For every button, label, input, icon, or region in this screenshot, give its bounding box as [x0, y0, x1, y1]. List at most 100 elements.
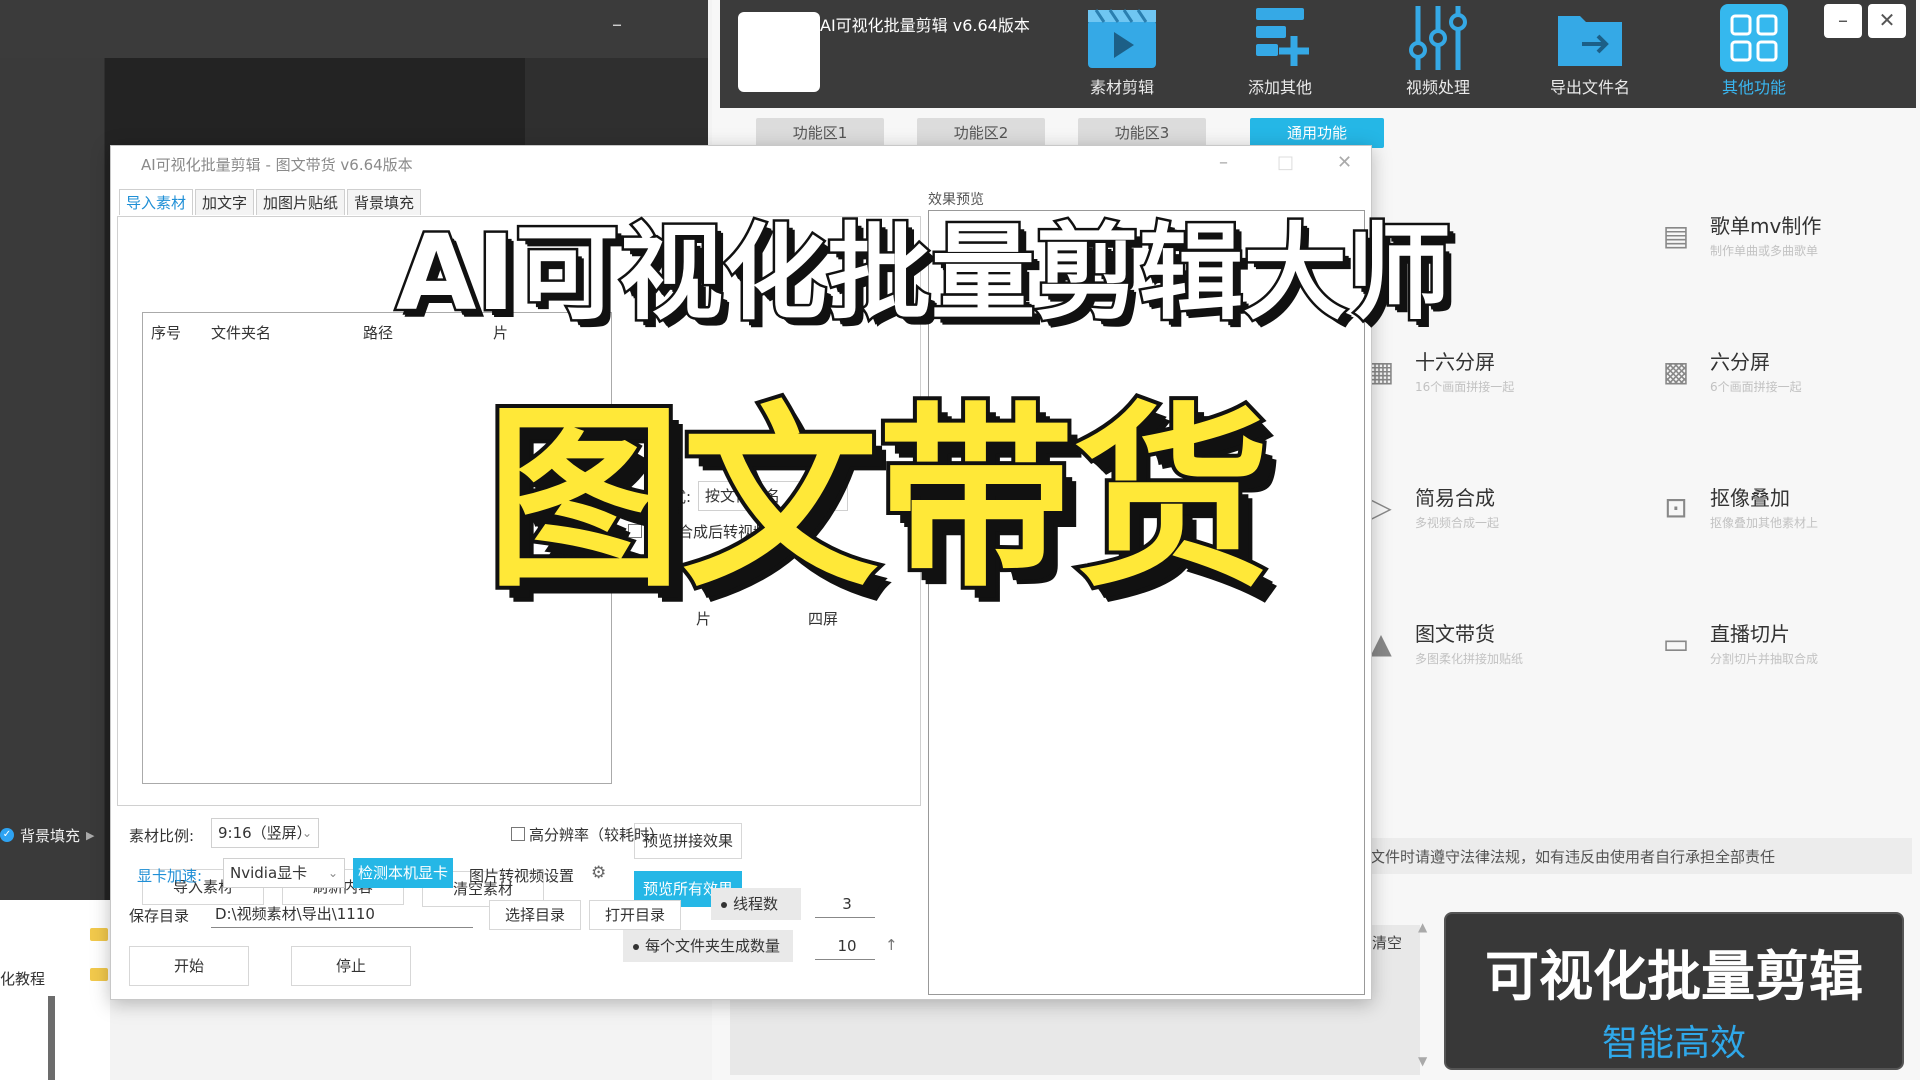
overlay-subtitle: 图文带货 [482, 382, 1274, 618]
tab-area-1[interactable]: 功能区1 [756, 118, 884, 148]
feature-desc: 制作单曲或多曲歌单 [1710, 244, 1819, 258]
dialog-title: AI可视化批量剪辑 - 图文带货 v6.64版本 [141, 156, 413, 174]
start-button[interactable]: 开始 [129, 946, 249, 986]
background-left-titlebar [0, 0, 708, 58]
clear-log-button[interactable]: 清空 [1372, 932, 1402, 953]
img-to-video-settings-label[interactable]: 图片转视频设置 [469, 865, 574, 886]
feature-desc: 抠像叠加其他素材上 [1710, 516, 1819, 530]
chevron-down-icon: ⌄ [327, 866, 338, 880]
save-dir-input[interactable]: D:\视频素材\导出\1110 [211, 900, 473, 928]
tool-material-clip[interactable]: 素材剪辑 [1072, 4, 1172, 98]
tool-add-other[interactable]: 添加其他 [1230, 4, 1330, 98]
feature-image-text-sales[interactable]: ▲ 图文带货 多图柔化拼接加贴纸 [1361, 618, 1641, 688]
column-header[interactable]: 路径 [363, 322, 393, 343]
background-file-explorer: 化教程 [0, 900, 110, 1080]
folder-icon [90, 968, 108, 981]
tab-add-sticker[interactable]: 加图片贴纸 [256, 189, 346, 215]
ratio-select[interactable]: 9:16（竖屏） ⌄ [211, 818, 319, 848]
feature-song-mv[interactable]: ▤ 歌单mv制作 制作单曲或多曲歌单 [1656, 210, 1920, 280]
background-fill-item[interactable]: ✓ 背景填充 ▶ [0, 822, 94, 848]
feature-name: 图文带货 [1415, 622, 1495, 646]
detect-gpu-button[interactable]: 检测本机显卡 [353, 858, 453, 888]
stepper-up-icon[interactable]: ↑ [885, 936, 898, 954]
export-folder-icon [1558, 16, 1622, 66]
promo-main-text: 可视化批量剪辑 [1485, 945, 1863, 1008]
feature-name: 十六分屏 [1415, 350, 1495, 374]
choose-dir-button[interactable]: 选择目录 [489, 900, 581, 930]
feature-name: 六分屏 [1710, 350, 1770, 374]
portrait-cutout-icon: ⊡ [1664, 491, 1688, 524]
stop-button[interactable]: 停止 [291, 946, 411, 986]
per-folder-chip: 每个文件夹生成数量 [623, 930, 793, 962]
tab-add-text[interactable]: 加文字 [195, 189, 255, 215]
dialog-minimize-button[interactable]: – [1219, 152, 1228, 173]
grid-6-icon: ▩ [1662, 355, 1690, 388]
tool-export-filename[interactable]: 导出文件名 [1540, 4, 1640, 98]
threads-input[interactable]: 3 [815, 890, 875, 918]
tool-label: 添加其他 [1247, 78, 1312, 97]
per-folder-input[interactable]: 10 [815, 932, 875, 960]
dialog-maximize-button[interactable]: □ [1277, 152, 1294, 173]
tutorial-text[interactable]: 化教程 [0, 968, 45, 989]
sliders-icon [1409, 6, 1467, 70]
feature-sixteen-split[interactable]: ▦ 十六分屏 16个画面拼接一起 [1361, 346, 1641, 416]
overlay-title: AI可视化批量剪辑大师 [394, 210, 1454, 337]
gpu-select[interactable]: Nvidia显卡 ⌄ [223, 858, 345, 888]
app-title: AI可视化批量剪辑 v6.64版本 [820, 16, 1030, 35]
ratio-label: 素材比例: [129, 827, 195, 845]
app-logo [738, 12, 820, 92]
per-folder-label: 每个文件夹生成数量 [645, 937, 781, 955]
close-button[interactable]: ✕ [1868, 4, 1906, 38]
feature-desc: 分割切片并抽取合成 [1710, 652, 1819, 666]
feature-simple-merge[interactable]: ▷ 简易合成 多视频合成一起 [1361, 482, 1641, 552]
grid-apps-icon [1720, 4, 1788, 72]
feature-name: 抠像叠加 [1710, 486, 1790, 510]
tab-import-material[interactable]: 导入素材 [119, 189, 194, 215]
add-layers-icon [1256, 8, 1309, 66]
tool-video-process[interactable]: 视频处理 [1388, 4, 1488, 98]
feature-name: 歌单mv制作 [1710, 214, 1822, 238]
bullet-icon [721, 901, 727, 908]
feature-cutout-overlay[interactable]: ⊡ 抠像叠加 抠像叠加其他素材上 [1656, 482, 1920, 552]
gpu-label: 显卡加速: [137, 867, 203, 885]
chevron-down-icon: ⌄ [301, 826, 312, 840]
chevron-right-icon: ▶ [86, 828, 95, 842]
column-header[interactable]: 序号 [151, 322, 181, 343]
app-toolbar: AI可视化批量剪辑 v6.64版本 素材剪辑 添加其他 视频处理 导出文件名 其… [720, 0, 1916, 108]
tool-label: 视频处理 [1405, 78, 1470, 97]
save-dir-label: 保存目录 [129, 907, 190, 925]
dialog-close-button[interactable]: ✕ [1337, 152, 1352, 173]
ratio-value: 9:16（竖屏） [218, 824, 312, 842]
gear-icon[interactable]: ⚙ [591, 863, 606, 883]
background-left-strip [0, 58, 104, 900]
tool-label: 其他功能 [1721, 78, 1786, 97]
feature-desc: 6个画面拼接一起 [1710, 380, 1802, 394]
feature-desc: 16个画面拼接一起 [1415, 380, 1515, 394]
dialog-tabs: 导入素材 加文字 加图片贴纸 背景填充 [119, 189, 423, 215]
bullet-icon [633, 943, 639, 950]
background-scrollbar[interactable] [48, 996, 55, 1080]
feature-name: 简易合成 [1415, 486, 1495, 510]
folder-icon [90, 928, 108, 941]
tool-other-functions[interactable]: 其他功能 [1704, 4, 1804, 98]
law-notice: 文件时请遵守法律法规，如有违反由使用者自行承担全部责任 [1370, 848, 1776, 866]
promo-card: 可视化批量剪辑 智能高效 [1444, 912, 1904, 1070]
background-left-minimize[interactable]: – [612, 12, 622, 36]
film-clapper-icon [1088, 9, 1156, 68]
feature-live-slice[interactable]: ▭ 直播切片 分割切片并抽取合成 [1656, 618, 1920, 688]
tab-area-3[interactable]: 功能区3 [1078, 118, 1206, 148]
scroll-down-icon[interactable]: ▼ [1418, 1054, 1427, 1068]
high-res-checkbox[interactable] [511, 827, 525, 841]
live-camera-icon: ▭ [1662, 627, 1690, 660]
feature-six-split[interactable]: ▩ 六分屏 6个画面拼接一起 [1656, 346, 1920, 416]
tab-area-2[interactable]: 功能区2 [917, 118, 1045, 148]
open-dir-button[interactable]: 打开目录 [589, 900, 681, 930]
high-res-label: 高分辨率（较耗时） [529, 826, 665, 844]
scroll-up-icon[interactable]: ▲ [1418, 920, 1427, 934]
tool-label: 素材剪辑 [1089, 78, 1154, 97]
column-header[interactable]: 文件夹名 [211, 322, 271, 343]
tab-general-functions[interactable]: 通用功能 [1250, 118, 1384, 148]
check-icon: ✓ [0, 828, 14, 842]
minimize-button[interactable]: – [1824, 4, 1862, 38]
tool-label: 导出文件名 [1549, 78, 1630, 97]
